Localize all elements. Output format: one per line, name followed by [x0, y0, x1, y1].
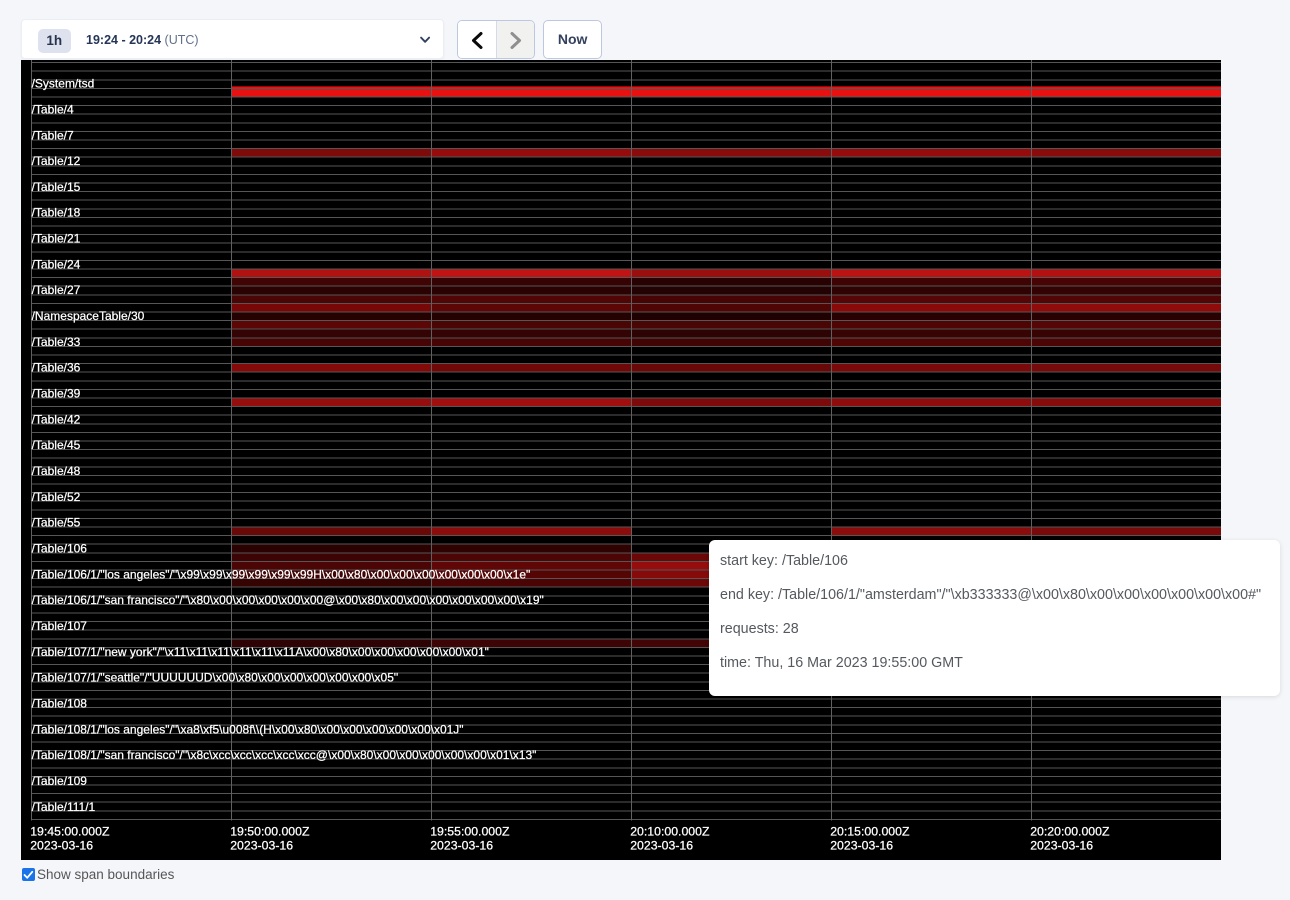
svg-text:/Table/106/1/"san francisco"/": /Table/106/1/"san francisco"/"\x80\x00\x…: [32, 594, 544, 608]
svg-text:/Table/15: /Table/15: [32, 180, 81, 194]
svg-text:20:15:00.000Z: 20:15:00.000Z: [830, 825, 910, 839]
svg-text:/NamespaceTable/30: /NamespaceTable/30: [32, 309, 145, 323]
svg-text:/Table/39: /Table/39: [32, 387, 81, 401]
svg-text:/Table/45: /Table/45: [32, 439, 81, 453]
svg-text:/Table/109: /Table/109: [32, 774, 88, 788]
svg-text:2023-03-16: 2023-03-16: [430, 839, 493, 853]
svg-text:2023-03-16: 2023-03-16: [30, 839, 93, 853]
svg-text:20:10:00.000Z: 20:10:00.000Z: [630, 825, 710, 839]
svg-text:/Table/36: /Table/36: [32, 361, 81, 375]
svg-text:2023-03-16: 2023-03-16: [1030, 839, 1093, 853]
svg-text:/Table/12: /Table/12: [32, 154, 81, 168]
svg-text:19:55:00.000Z: 19:55:00.000Z: [430, 825, 510, 839]
svg-text:/Table/33: /Table/33: [32, 335, 81, 349]
svg-text:/Table/106: /Table/106: [32, 542, 88, 556]
svg-text:/Table/24: /Table/24: [32, 258, 81, 272]
svg-text:/Table/18: /Table/18: [32, 206, 81, 220]
svg-text:/Table/111/1: /Table/111/1: [32, 800, 96, 814]
svg-text:/Table/107: /Table/107: [32, 619, 88, 633]
svg-text:19:50:00.000Z: 19:50:00.000Z: [230, 825, 310, 839]
svg-text:/Table/108/1/"san francisco"/": /Table/108/1/"san francisco"/"\x8c\xcc\x…: [32, 749, 537, 763]
svg-text:/Table/21: /Table/21: [32, 232, 81, 246]
svg-text:/Table/108/1/"los angeles"/"\x: /Table/108/1/"los angeles"/"\xa8\xf5\u00…: [32, 723, 464, 737]
svg-text:/System/tsd: /System/tsd: [32, 77, 95, 91]
svg-text:/Table/42: /Table/42: [32, 413, 81, 427]
svg-text:/Table/52: /Table/52: [32, 490, 81, 504]
svg-text:2023-03-16: 2023-03-16: [230, 839, 293, 853]
svg-text:/Table/4: /Table/4: [32, 103, 74, 117]
svg-text:2023-03-16: 2023-03-16: [830, 839, 893, 853]
svg-text:2023-03-16: 2023-03-16: [630, 839, 693, 853]
svg-text:/Table/55: /Table/55: [32, 516, 81, 530]
svg-text:20:20:00.000Z: 20:20:00.000Z: [1030, 825, 1110, 839]
svg-text:/Table/27: /Table/27: [32, 284, 81, 298]
svg-text:/Table/7: /Table/7: [32, 129, 74, 143]
svg-text:/Table/106/1/"los angeles"/"\x: /Table/106/1/"los angeles"/"\x99\x99\x99…: [32, 568, 531, 582]
svg-text:19:45:00.000Z: 19:45:00.000Z: [30, 825, 110, 839]
svg-text:/Table/107/1/"seattle"/"UUUUUU: /Table/107/1/"seattle"/"UUUUUUD\x00\x80\…: [32, 671, 399, 685]
svg-text:/Table/48: /Table/48: [32, 464, 81, 478]
svg-text:/Table/108: /Table/108: [32, 697, 88, 711]
svg-text:/Table/107/1/"new york"/"\x11\: /Table/107/1/"new york"/"\x11\x11\x11\x1…: [32, 645, 489, 659]
